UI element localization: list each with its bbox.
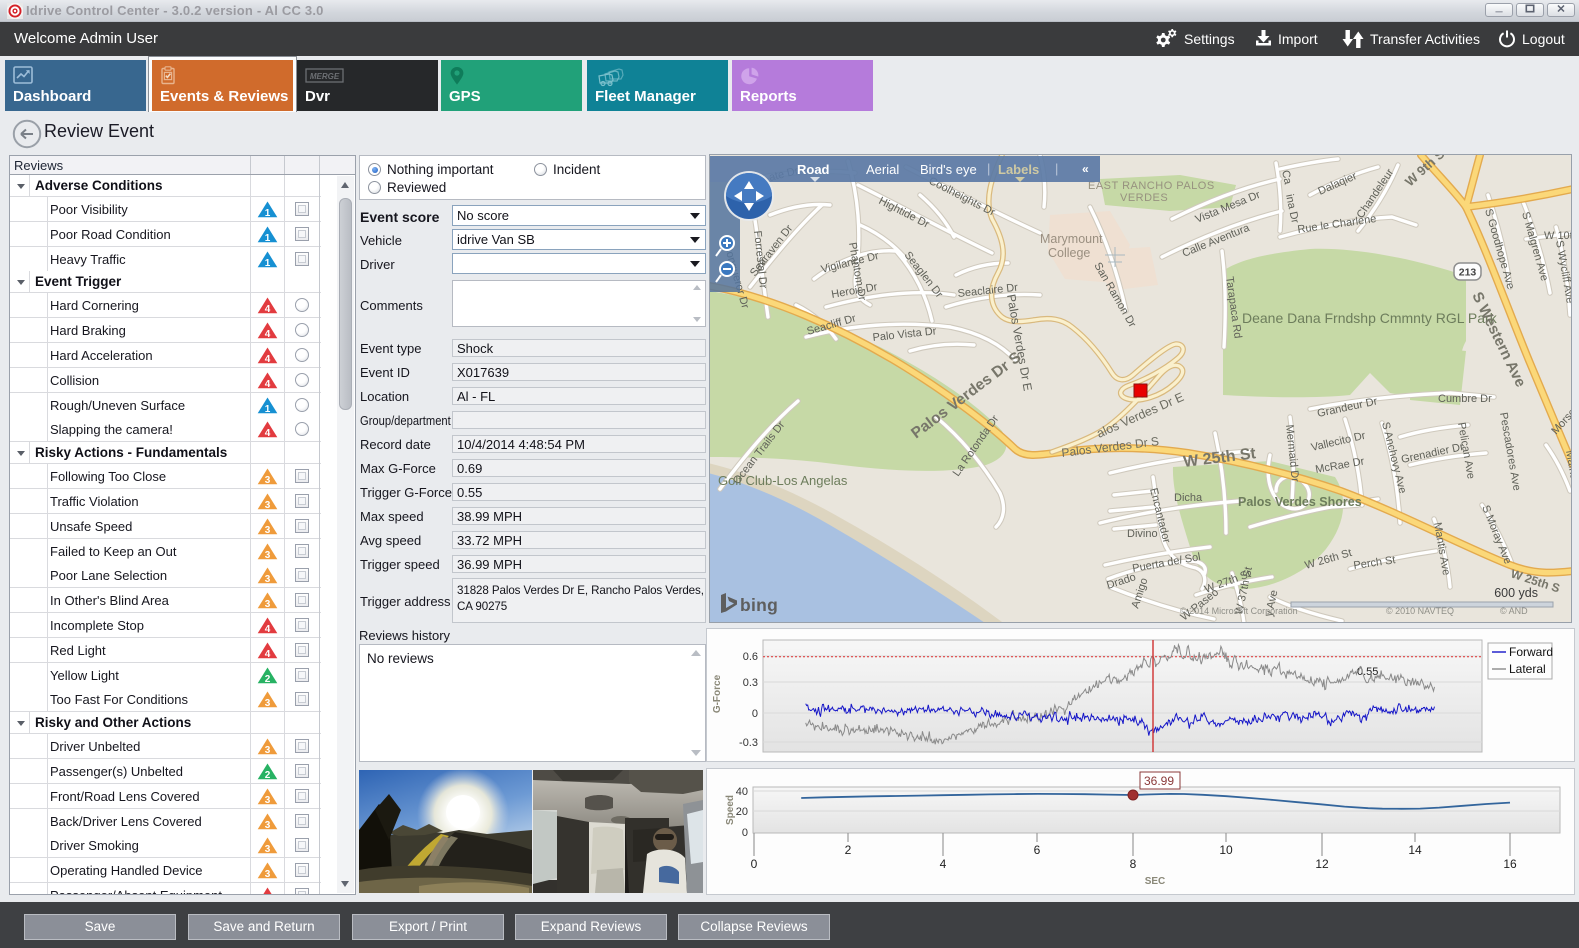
svg-text:8: 8 (1130, 857, 1137, 871)
svg-text:4: 4 (265, 649, 271, 659)
svg-text:Bird's eye: Bird's eye (920, 162, 977, 177)
svg-text:MERGE: MERGE (310, 72, 340, 81)
svg-text:SEC: SEC (1145, 876, 1166, 887)
svg-text:Forward: Forward (1509, 645, 1553, 659)
svg-text:20: 20 (736, 806, 748, 818)
svg-text:3: 3 (265, 525, 271, 535)
svg-text:-0.3: -0.3 (739, 737, 758, 749)
svg-text:4: 4 (940, 857, 947, 871)
svg-text:© AND: © AND (1500, 606, 1528, 616)
svg-text:1: 1 (265, 208, 271, 218)
svg-text:3: 3 (265, 475, 271, 485)
svg-text:4: 4 (265, 379, 271, 389)
svg-text:Divino: Divino (1127, 528, 1158, 540)
svg-text:Speed: Speed (725, 795, 736, 825)
svg-text:bing: bing (740, 595, 778, 615)
svg-text:2: 2 (265, 674, 271, 684)
svg-text:|: | (1055, 161, 1058, 176)
svg-text:© 2010 NAVTEQ: © 2010 NAVTEQ (1386, 606, 1454, 616)
svg-text:3: 3 (265, 795, 271, 805)
svg-text:Road: Road (797, 162, 830, 177)
svg-text:4: 4 (265, 329, 271, 339)
svg-text:14: 14 (1408, 843, 1422, 857)
svg-text:Palos Verdes Shores: Palos Verdes Shores (1238, 495, 1362, 509)
svg-text:|: | (987, 161, 990, 176)
svg-text:0: 0 (751, 857, 758, 871)
svg-text:W 10t: W 10t (1544, 230, 1572, 242)
svg-text:3: 3 (265, 500, 271, 510)
svg-text:16: 16 (1503, 857, 1517, 871)
svg-text:3: 3 (265, 844, 271, 854)
svg-text:G-Force: G-Force (712, 674, 723, 713)
svg-text:College: College (1048, 246, 1090, 260)
svg-text:Dicha: Dicha (1174, 492, 1203, 504)
svg-text:6: 6 (1034, 843, 1041, 857)
svg-text:0: 0 (752, 708, 758, 720)
svg-text:0.6: 0.6 (743, 651, 758, 663)
svg-text:213: 213 (1459, 267, 1477, 279)
svg-text:Deane Dana Frndshp Cmmnty RGL: Deane Dana Frndshp Cmmnty RGL Park (1242, 310, 1498, 326)
svg-text:1: 1 (265, 258, 271, 268)
svg-text:3: 3 (265, 550, 271, 560)
svg-text:4: 4 (265, 354, 271, 364)
svg-text:36.99: 36.99 (1144, 774, 1174, 788)
svg-text:1: 1 (265, 404, 271, 414)
svg-text:600 yds: 600 yds (1494, 586, 1538, 600)
svg-text:3: 3 (265, 574, 271, 584)
svg-text:12: 12 (1315, 857, 1329, 871)
svg-text:0: 0 (742, 827, 748, 839)
svg-text:2: 2 (845, 843, 852, 857)
svg-text:VERDES: VERDES (1120, 192, 1168, 204)
svg-text:Aerial: Aerial (866, 162, 899, 177)
svg-text:10: 10 (1219, 843, 1233, 857)
svg-text:3: 3 (265, 599, 271, 609)
svg-text:«: « (1082, 162, 1089, 176)
svg-text:4: 4 (265, 428, 271, 438)
svg-text:Lateral: Lateral (1509, 662, 1546, 676)
svg-text:4: 4 (265, 304, 271, 314)
svg-text:© 2014 Microsoft Corporation: © 2014 Microsoft Corporation (1180, 606, 1298, 616)
svg-text:1: 1 (265, 233, 271, 243)
svg-text:40: 40 (736, 786, 748, 798)
svg-text:Marymount: Marymount (1040, 232, 1103, 246)
svg-text:3: 3 (265, 745, 271, 755)
svg-text:4: 4 (265, 624, 271, 634)
svg-text:2: 2 (265, 770, 271, 780)
svg-text:Golf Club-Los Angelas: Golf Club-Los Angelas (718, 473, 848, 488)
svg-text:EAST RANCHO PALOS: EAST RANCHO PALOS (1088, 180, 1215, 192)
svg-text:3: 3 (265, 698, 271, 708)
svg-text:3: 3 (265, 869, 271, 879)
svg-text:3: 3 (265, 820, 271, 830)
svg-text:Labels: Labels (998, 162, 1039, 177)
svg-text:4: 4 (265, 894, 271, 895)
svg-text:Cumbre Dr: Cumbre Dr (1438, 393, 1492, 405)
svg-text:0.3: 0.3 (743, 677, 758, 689)
